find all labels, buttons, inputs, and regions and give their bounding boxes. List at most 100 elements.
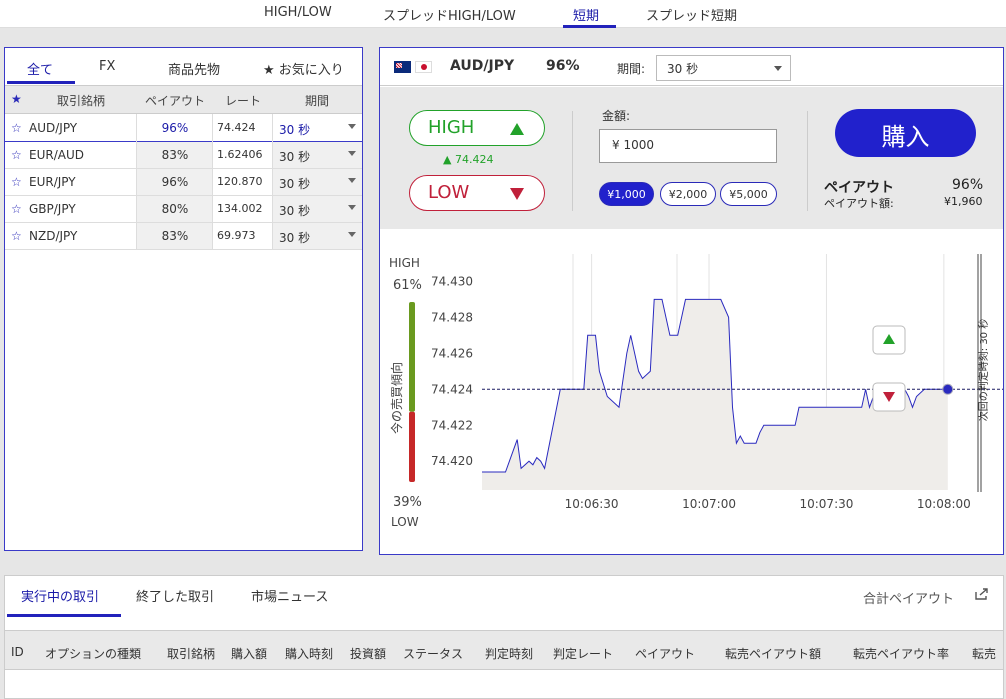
period-label: 期間: [617,62,646,76]
asset-period-select[interactable]: 30 秒 [273,223,362,249]
sentiment-high-label: HIGH [389,256,420,270]
asset-payout: 83% [137,223,213,249]
asset-rate: 74.424 [217,121,256,134]
sentiment-low-label: LOW [391,515,419,529]
trades-column: 転売ペイアウト額 [725,647,822,661]
favorite-star-icon[interactable]: ☆ [11,175,22,189]
tab-active-trades[interactable]: 実行中の取引 [21,586,99,605]
amount-chip-1000[interactable]: ¥1,000 [599,182,654,206]
tab-spread-highlow[interactable]: スプレッドHIGH/LOW [383,5,516,24]
trades-column: 投資額 [350,647,387,661]
y-tick-label: 74.430 [431,274,473,288]
payout-amount-value: ¥1,960 [944,195,983,208]
asset-period-select[interactable]: 30 秒 [273,142,362,168]
asset-row-eur-aud[interactable]: ☆ EUR/AUD 83% 1.62406 30 秒 [5,142,362,169]
asset-rate: 1.62406 [217,148,263,161]
tab-all[interactable]: 全て [27,59,53,78]
period-select[interactable]: 30 秒 [656,55,791,81]
sentiment-high-pct: 61% [393,278,422,293]
trades-column: 購入額 [231,647,268,661]
trades-column: 判定レート [553,647,614,661]
tab-closed-trades[interactable]: 終了した取引 [136,586,214,605]
favorite-star-icon[interactable]: ☆ [11,229,22,243]
tab-short-term[interactable]: 短期 [573,5,599,24]
favorite-star-icon[interactable]: ☆ [11,148,22,162]
arrow-down-icon [510,188,524,200]
trades-column: 判定時刻 [485,647,534,661]
low-button[interactable]: LOW [409,175,545,211]
trades-table-header: ID オプションの種類 取引銘柄 購入額 購入時刻 投資額 ステータス 判定時刻 判定レート ペイ… [5,630,1003,670]
asset-period: 30 秒 [279,177,311,191]
tab-favorites[interactable]: ★ お気に入り [263,59,344,78]
favorite-star-icon[interactable]: ☆ [11,202,22,216]
asset-period: 30 秒 [279,150,311,164]
asset-payout: 83% [137,142,213,168]
chevron-down-icon [348,205,356,210]
asset-payout: 96% [137,169,213,195]
tab-market-news[interactable]: 市場ニュース [251,586,328,605]
trade-panel: AUD/JPY 96% 期間: 30 秒 HIGH ▲ 74.424 LOW 金… [379,47,1004,555]
tab-fx[interactable]: FX [99,59,115,74]
amount-chip-5000[interactable]: ¥5,000 [720,182,777,206]
payout-amount-label: ペイアウト額: [824,197,894,210]
buy-button[interactable]: 購入 [835,109,976,157]
amount-chip-2000[interactable]: ¥2,000 [660,182,716,206]
tab-spread-short-term[interactable]: スプレッド短期 [646,5,737,24]
asset-symbol: EUR/JPY [29,175,76,189]
sentiment-low-bar [409,411,415,482]
asset-period-select[interactable]: 30 秒 [273,196,362,222]
asset-period-select[interactable]: 30 秒 [273,115,362,141]
chevron-down-icon [348,151,356,156]
export-icon[interactable] [975,588,989,600]
asset-payout: 80% [137,196,213,222]
payout-label: ペイアウト [824,180,894,196]
trades-column: 転売 [972,647,997,661]
x-tick-label: 10:08:00 [917,497,971,511]
asset-table-header: ★ 取引銘柄 ペイアウト レート 期間 [5,86,362,114]
column-period: 期間 [305,94,330,108]
asset-row-aud-jpy[interactable]: ☆ AUD/JPY 96% 74.424 30 秒 [5,115,362,142]
trades-column: ステータス [403,647,464,661]
asset-period: 30 秒 [279,123,311,137]
japan-flag-icon [415,61,432,73]
asset-period-select[interactable]: 30 秒 [273,169,362,195]
y-tick-label: 74.422 [431,418,473,432]
tab-commodity[interactable]: 商品先物 [168,59,220,78]
asset-rate: 120.870 [217,175,263,188]
selected-symbol: AUD/JPY [450,58,515,74]
column-divider [136,114,137,250]
asset-row-gbp-jpy[interactable]: ☆ GBP/JPY 80% 134.002 30 秒 [5,196,362,223]
column-payout: ペイアウト [145,94,206,108]
asset-list-panel: 全て FX 商品先物 ★ お気に入り ★ 取引銘柄 ペイアウト レート 期間 ☆… [4,47,363,551]
divider [572,111,573,211]
asset-rate: 69.973 [217,229,256,242]
x-tick-label: 10:06:30 [565,497,619,511]
y-tick-label: 74.424 [431,382,473,396]
divider [807,111,808,211]
amount-input[interactable]: ¥ 1000 [599,129,777,163]
next-deadline-label: 次回の判定時刻: 30 秒 [977,319,990,421]
product-tabs: HIGH/LOW スプレッドHIGH/LOW 短期 スプレッド短期 [0,0,1006,28]
sentiment-low-pct: 39% [393,495,422,510]
order-form: HIGH ▲ 74.424 LOW 金額: ¥ 1000 ¥1,000 ¥2,0… [380,87,1003,229]
australia-flag-icon [394,61,411,73]
asset-period: 30 秒 [279,231,311,245]
arrow-up-icon [510,123,524,135]
column-rate: レート [225,94,262,108]
current-price-point [942,383,954,395]
asset-period: 30 秒 [279,204,311,218]
asset-payout: 96% [137,115,213,141]
chevron-down-icon [348,232,356,237]
active-tab-indicator [7,81,75,84]
trade-header: AUD/JPY 96% 期間: 30 秒 [380,48,1003,86]
chevron-down-icon [774,66,782,71]
trades-column: オプションの種類 [45,647,142,661]
asset-row-nzd-jpy[interactable]: ☆ NZD/JPY 83% 69.973 30 秒 [5,223,362,250]
favorite-star-icon[interactable]: ☆ [11,121,22,135]
column-symbol: 取引銘柄 [57,94,106,108]
high-button[interactable]: HIGH [409,110,545,146]
asset-row-eur-jpy[interactable]: ☆ EUR/JPY 96% 120.870 30 秒 [5,169,362,196]
y-tick-label: 74.420 [431,454,473,468]
favorite-column-icon: ★ [11,92,22,106]
tab-highlow[interactable]: HIGH/LOW [264,5,332,20]
